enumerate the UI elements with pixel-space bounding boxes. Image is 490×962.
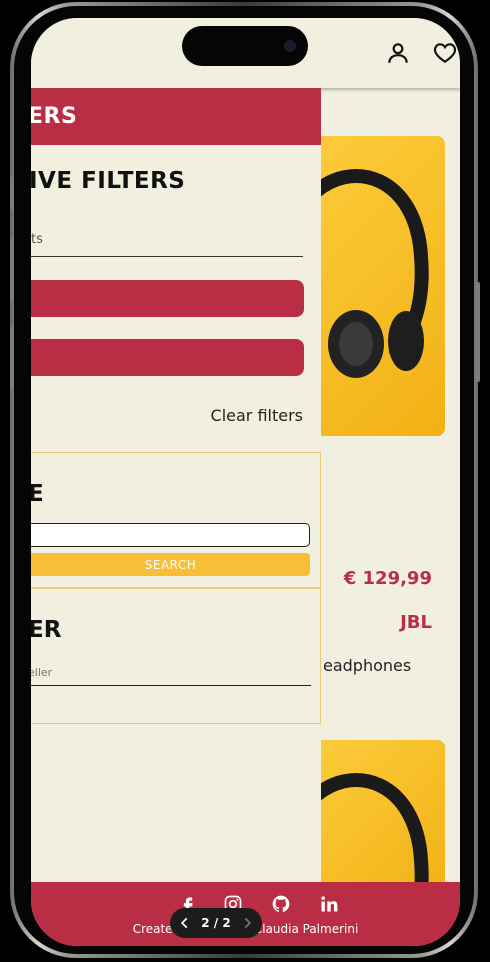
product-image[interactable] [321,740,445,900]
pagination-control: 2 / 2 [170,908,262,938]
seller-input[interactable]: eller [31,659,311,686]
name-filter-section: E SEARCH [31,452,321,588]
chevron-right-icon[interactable] [240,916,254,930]
clear-filters-link[interactable]: Clear filters [211,406,303,425]
active-filter-field[interactable]: ts [31,226,303,257]
seller-placeholder: eller [31,666,53,679]
name-search-input[interactable] [31,523,310,547]
heart-icon[interactable] [432,40,458,66]
product-image[interactable] [321,136,445,436]
side-button [10,326,14,390]
side-button [10,238,14,302]
product-price: € 129,99 [343,568,432,589]
github-icon[interactable] [271,894,291,914]
search-button[interactable]: SEARCH [31,553,310,576]
camera-dot [284,40,296,52]
page-indicator: 2 / 2 [201,916,231,930]
drawer-header: ERS [31,88,321,145]
active-filter-value: ts [31,232,43,247]
seller-filter-section: ER eller [31,588,321,724]
headphones-image [321,773,429,900]
active-filter-chip[interactable] [31,339,304,376]
side-button [476,282,480,382]
filters-drawer: ERS IVE FILTERS ts Clear filters E SEARC… [31,88,321,898]
user-icon[interactable] [385,40,411,66]
product-name[interactable]: eadphones [323,656,411,675]
drawer-title: ERS [31,104,78,129]
dynamic-island [182,26,308,66]
active-filters-title: IVE FILTERS [31,168,186,194]
headphones-image [321,169,429,378]
credit-author: Claudia Palmerini [253,922,359,936]
product-brand: JBL [400,612,432,633]
name-section-title: E [31,481,44,507]
chevron-left-icon[interactable] [178,916,192,930]
side-button [10,176,14,210]
screen: € 129,99 JBL eadphones ERS IVE FILTERS t… [31,18,460,946]
linkedin-icon[interactable] [319,894,339,914]
seller-section-title: ER [31,617,62,643]
active-filter-chip[interactable] [31,280,304,317]
